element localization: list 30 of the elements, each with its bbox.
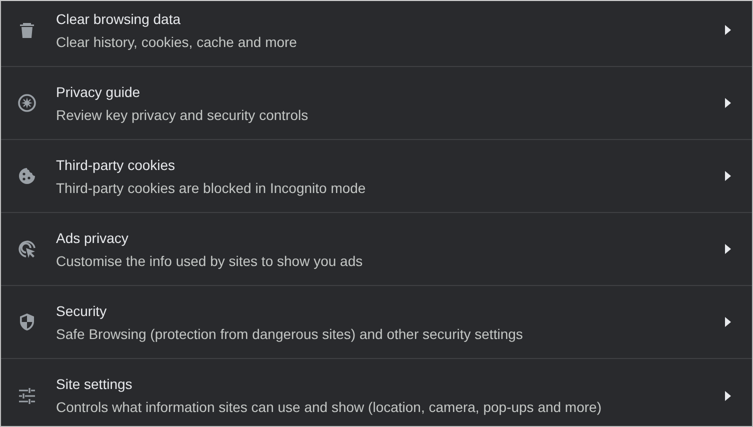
chevron-right-icon	[724, 170, 732, 182]
chevron-right-icon	[724, 97, 732, 109]
settings-row[interactable]: Security Safe Browsing (protection from dangerous sites) and other security settings	[1, 286, 752, 359]
settings-row[interactable]: Ads privacy Customise the info used by sites to show you ads	[1, 213, 752, 286]
row-title: Third-party cookies	[56, 156, 176, 174]
row-title: Clear browsing data	[56, 10, 182, 28]
row-title: Security	[56, 302, 108, 320]
settings-row[interactable]: Clear browsing data Clear history, cookies, cache and more	[1, 1, 752, 67]
row-description: Review key privacy and security controls	[56, 106, 310, 124]
row-description: Third-party cookies are blocked in Incognito mode	[56, 178, 367, 198]
settings-row[interactable]: Privacy guide Review key privacy and security controls	[1, 67, 752, 140]
settings-row[interactable]: Site settings Controls what information sites can use and show (location, camera, pop-ups and more)	[1, 359, 752, 426]
chevron-right-icon	[724, 243, 732, 255]
cookie-icon	[17, 166, 37, 186]
shield-icon	[17, 312, 37, 332]
row-description: Customise the info used by sites to show you ads	[56, 252, 364, 270]
row-description: Clear history, cookies, cache and more	[56, 32, 298, 52]
row-title: Ads privacy	[56, 228, 130, 248]
chevron-right-icon	[724, 316, 732, 328]
target-cursor-icon	[17, 239, 37, 259]
trash-icon	[17, 20, 37, 40]
settings-row[interactable]: Third-party cookies Third-party cookies are blocked in Incognito mode	[1, 140, 752, 213]
row-title: Privacy guide	[56, 82, 142, 102]
chevron-right-icon	[724, 390, 732, 402]
chevron-right-icon	[724, 24, 732, 36]
row-title: Site settings	[56, 375, 134, 394]
sliders-icon	[17, 386, 37, 406]
compass-icon	[17, 93, 37, 113]
row-description: Safe Browsing (protection from dangerous sites) and other security settings	[56, 324, 524, 344]
row-description: Controls what information sites can use and show (location, camera, pop-ups and more)	[56, 398, 602, 417]
